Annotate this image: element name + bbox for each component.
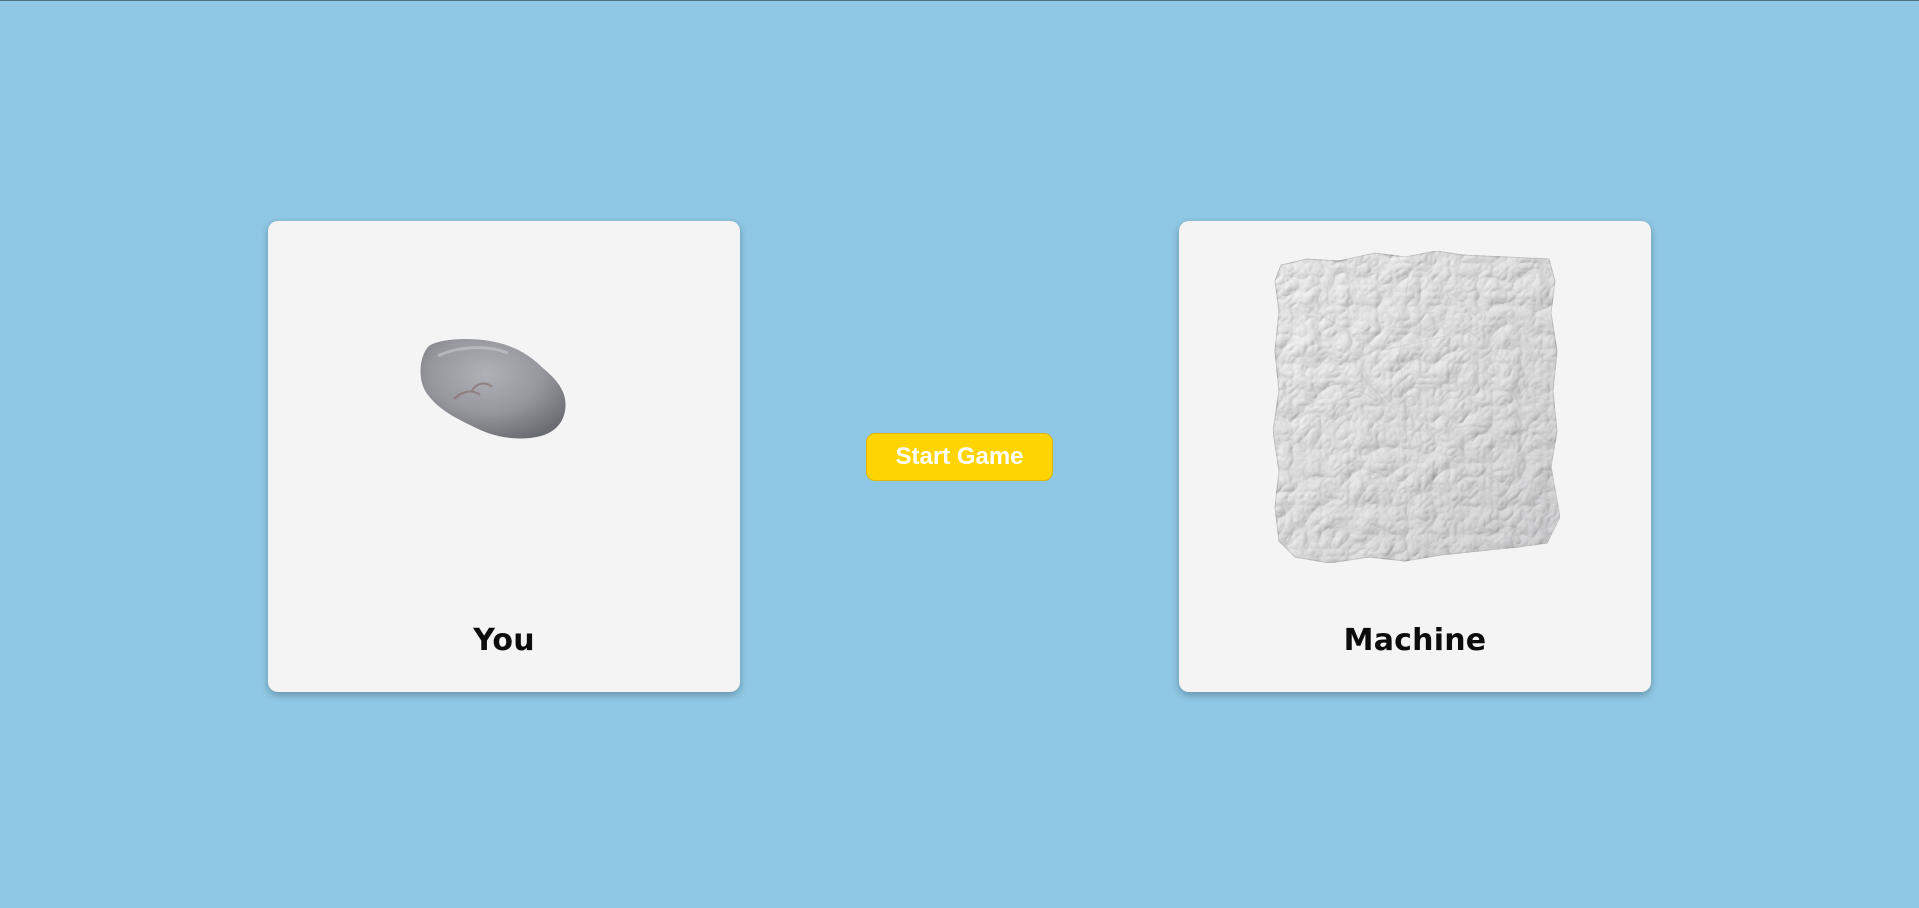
rock-icon (420, 339, 566, 439)
player-label: You (473, 623, 535, 658)
start-game-button[interactable]: Start Game (866, 433, 1053, 481)
machine-card: Machine (1179, 221, 1651, 692)
paper-icon (1272, 250, 1561, 564)
machine-label: Machine (1343, 623, 1487, 658)
player-card: You (268, 221, 740, 692)
top-border (0, 0, 1919, 1)
